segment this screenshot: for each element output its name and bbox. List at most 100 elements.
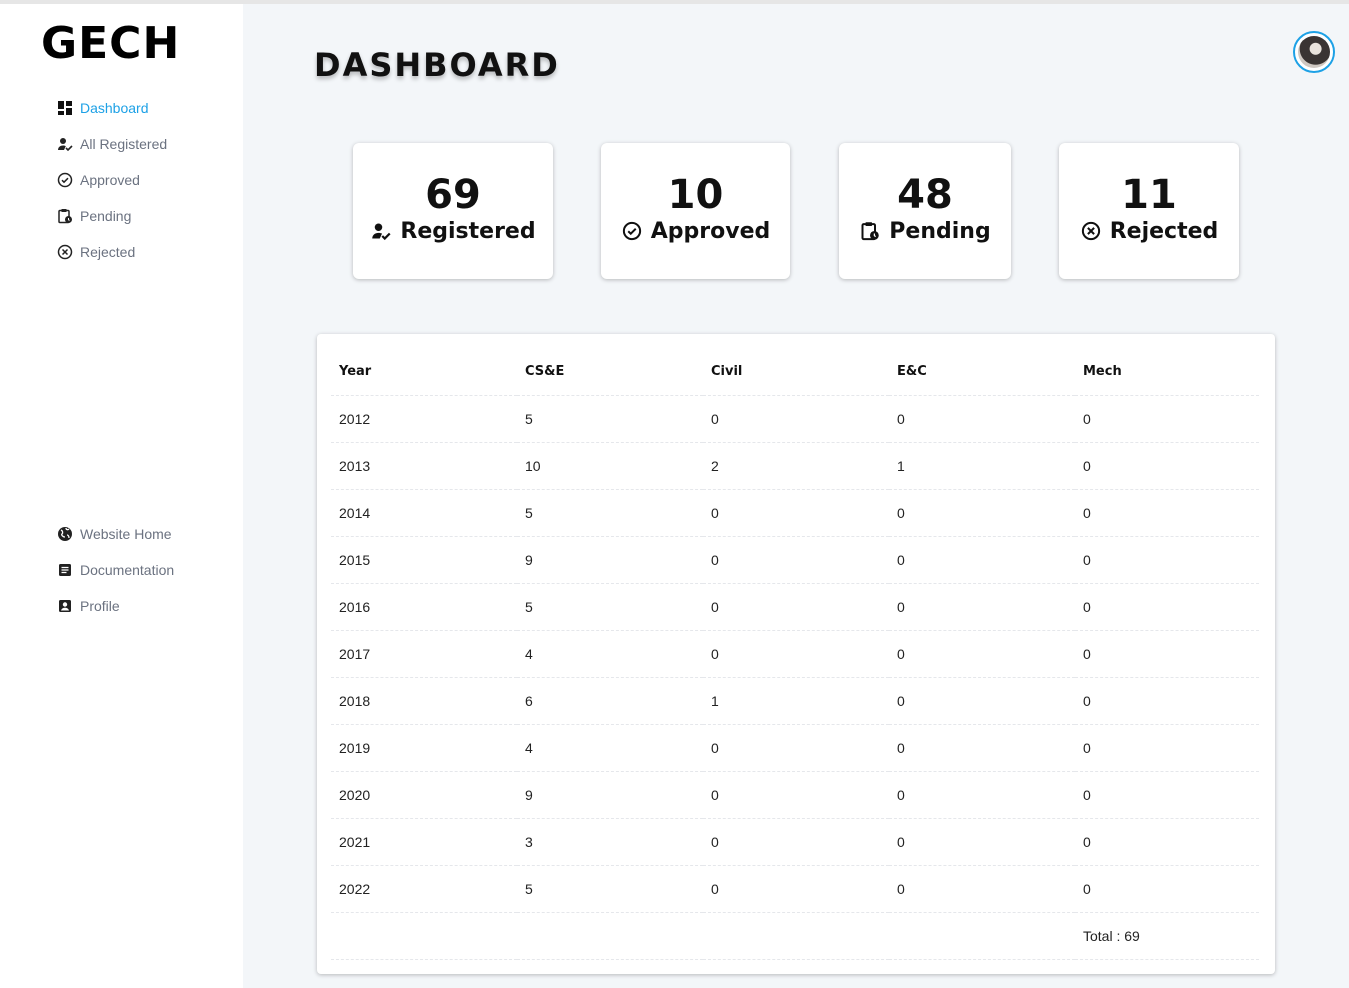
registrations-table: Year CS&E Civil E&C Mech 2012 5 0 0 0 20… xyxy=(331,348,1259,960)
stat-value: 10 xyxy=(667,171,724,218)
cell-year: 2019 xyxy=(331,724,517,772)
x-circle-icon xyxy=(56,244,73,261)
x-circle-icon xyxy=(1080,220,1102,242)
cell-cse: 5 xyxy=(517,583,703,631)
table-body: 2012 5 0 0 0 2013 10 2 1 0 2014 5 0 0 0 xyxy=(331,395,1259,960)
table-row: 2021 3 0 0 0 xyxy=(331,818,1259,866)
table-row: 2018 6 1 0 0 xyxy=(331,677,1259,725)
table-row: 2013 10 2 1 0 xyxy=(331,442,1259,490)
cell-ec: 0 xyxy=(889,865,1075,913)
cell-cse: 10 xyxy=(517,442,703,490)
sidebar-item-pending[interactable]: Pending xyxy=(56,198,236,234)
cell-mech: 0 xyxy=(1075,536,1259,584)
total-spacer xyxy=(703,912,889,960)
cell-civil: 0 xyxy=(703,395,889,443)
check-circle-icon xyxy=(621,220,643,242)
dashboard-icon xyxy=(56,100,73,117)
sidebar-item-dashboard[interactable]: Dashboard xyxy=(56,90,236,126)
cell-ec: 0 xyxy=(889,818,1075,866)
profile-icon xyxy=(56,598,73,615)
stat-value: 11 xyxy=(1121,171,1177,218)
cell-mech: 0 xyxy=(1075,395,1259,443)
table-row: 2022 5 0 0 0 xyxy=(331,865,1259,913)
table-row: 2016 5 0 0 0 xyxy=(331,583,1259,631)
sidebar-item-label: Profile xyxy=(80,598,120,614)
stat-label-row: Approved xyxy=(621,218,771,244)
cell-cse: 5 xyxy=(517,865,703,913)
sidebar-bottom-nav: Website Home Documentation Profile xyxy=(56,516,236,624)
sidebar-item-approved[interactable]: Approved xyxy=(56,162,236,198)
sidebar-item-label: All Registered xyxy=(80,136,168,152)
stat-card-registered[interactable]: 69 Registered xyxy=(353,143,553,279)
sidebar-item-documentation[interactable]: Documentation xyxy=(56,552,236,588)
sidebar-item-all-registered[interactable]: All Registered xyxy=(56,126,236,162)
cell-civil: 0 xyxy=(703,536,889,584)
cell-civil: 0 xyxy=(703,630,889,678)
stat-card-rejected[interactable]: 11 Rejected xyxy=(1059,143,1239,279)
stat-card-pending[interactable]: 48 Pending xyxy=(839,143,1011,279)
cell-year: 2012 xyxy=(331,395,517,443)
stat-label: Rejected xyxy=(1109,218,1219,244)
cell-ec: 1 xyxy=(889,442,1075,490)
column-header-ec[interactable]: E&C xyxy=(889,348,1075,396)
check-circle-icon xyxy=(56,172,73,189)
cell-year: 2022 xyxy=(331,865,517,913)
cell-cse: 4 xyxy=(517,630,703,678)
cell-civil: 0 xyxy=(703,818,889,866)
stat-label: Approved xyxy=(650,218,771,244)
column-header-cse[interactable]: CS&E xyxy=(517,348,703,396)
cell-ec: 0 xyxy=(889,771,1075,819)
cell-civil: 2 xyxy=(703,442,889,490)
cell-mech: 0 xyxy=(1075,677,1259,725)
table-row: 2019 4 0 0 0 xyxy=(331,724,1259,772)
stat-label-row: Registered xyxy=(370,219,536,244)
cell-mech: 0 xyxy=(1075,818,1259,866)
total-spacer xyxy=(889,912,1075,960)
cell-year: 2018 xyxy=(331,677,517,725)
sidebar-item-profile[interactable]: Profile xyxy=(56,588,236,624)
total-spacer xyxy=(517,912,703,960)
user-avatar[interactable] xyxy=(1293,31,1335,73)
cell-civil: 0 xyxy=(703,583,889,631)
cell-ec: 0 xyxy=(889,724,1075,772)
registrations-table-card: Year CS&E Civil E&C Mech 2012 5 0 0 0 20… xyxy=(317,334,1275,974)
cell-civil: 1 xyxy=(703,677,889,725)
column-header-year[interactable]: Year xyxy=(331,348,517,396)
column-header-civil[interactable]: Civil xyxy=(703,348,889,396)
sidebar-item-rejected[interactable]: Rejected xyxy=(56,234,236,270)
sidebar-item-label: Website Home xyxy=(80,526,172,542)
cell-cse: 9 xyxy=(517,536,703,584)
cell-year: 2013 xyxy=(331,442,517,490)
cell-cse: 5 xyxy=(517,489,703,537)
stat-card-approved[interactable]: 10 Approved xyxy=(601,143,790,279)
sidebar-item-label: Pending xyxy=(80,208,132,224)
app-logo[interactable]: GECH xyxy=(41,18,180,69)
sidebar-item-label: Approved xyxy=(80,172,140,188)
column-header-mech[interactable]: Mech xyxy=(1075,348,1259,396)
cell-ec: 0 xyxy=(889,677,1075,725)
cell-mech: 0 xyxy=(1075,771,1259,819)
cell-year: 2021 xyxy=(331,818,517,866)
cell-civil: 0 xyxy=(703,865,889,913)
clipboard-clock-icon xyxy=(56,208,73,225)
cell-year: 2016 xyxy=(331,583,517,631)
stat-label: Pending xyxy=(889,218,991,244)
cell-year: 2017 xyxy=(331,630,517,678)
cell-mech: 0 xyxy=(1075,489,1259,537)
globe-icon xyxy=(56,526,73,543)
cell-civil: 0 xyxy=(703,724,889,772)
cell-civil: 0 xyxy=(703,489,889,537)
stat-value: 48 xyxy=(897,171,953,218)
document-icon xyxy=(56,562,73,579)
sidebar-item-website-home[interactable]: Website Home xyxy=(56,516,236,552)
cell-mech: 0 xyxy=(1075,630,1259,678)
cell-civil: 0 xyxy=(703,771,889,819)
table-total-row: Total : 69 xyxy=(331,912,1259,960)
sidebar-item-label: Dashboard xyxy=(80,100,149,116)
cell-ec: 0 xyxy=(889,489,1075,537)
clipboard-clock-icon xyxy=(859,220,881,242)
total-value: Total : 69 xyxy=(1075,912,1259,960)
sidebar-item-label: Rejected xyxy=(80,244,136,260)
cell-mech: 0 xyxy=(1075,442,1259,490)
cell-ec: 0 xyxy=(889,583,1075,631)
